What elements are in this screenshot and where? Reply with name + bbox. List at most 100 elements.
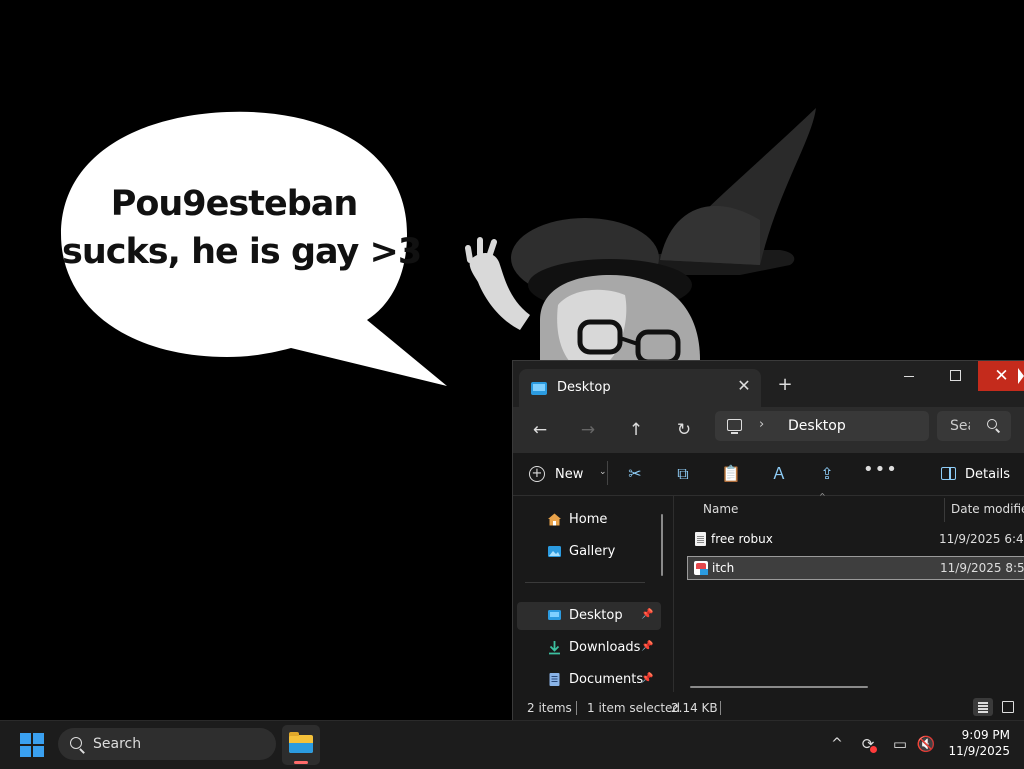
new-tab-button[interactable]: + xyxy=(773,375,797,397)
alert-dot xyxy=(870,746,877,753)
tab-desktop[interactable]: Desktop ✕ xyxy=(519,369,761,407)
search-icon xyxy=(987,419,997,429)
new-label: New xyxy=(555,467,584,482)
selection-size: 2.14 KB xyxy=(671,701,718,715)
chevron-down-icon: ⌄ xyxy=(599,467,607,477)
file-name: free robux xyxy=(711,532,773,546)
sync-icon[interactable]: ⟳ xyxy=(858,734,878,754)
command-separator xyxy=(607,461,608,485)
bubble-line-1: Pou9esteban xyxy=(110,184,359,224)
taskbar: Search ^ ⟳ ▭ 🔇 9:09 PM 11/9/2025 xyxy=(0,720,1024,769)
pin-icon[interactable]: 📌 xyxy=(641,641,653,652)
share-button[interactable]: ⇪ xyxy=(816,463,838,485)
tab-close-button[interactable]: ✕ xyxy=(733,375,755,397)
nav-pane-scrollbar[interactable] xyxy=(661,514,663,576)
taskbar-search-label: Search xyxy=(93,736,142,752)
more-options-button[interactable]: ••• xyxy=(863,461,897,485)
mouse-cursor-icon xyxy=(1018,368,1024,384)
witch-character-image xyxy=(465,108,816,370)
column-header-name[interactable]: Name xyxy=(703,502,738,516)
forward-button[interactable]: → xyxy=(573,415,603,445)
nav-item-desktop[interactable]: Desktop 📌 xyxy=(517,602,661,630)
file-date: 11/9/2025 8:50 xyxy=(940,561,1024,575)
details-label: Details xyxy=(965,467,1011,482)
minimize-button[interactable] xyxy=(889,361,929,391)
nav-item-home[interactable]: Home xyxy=(517,506,661,534)
file-row-itch[interactable]: itch 11/9/2025 8:50 xyxy=(687,556,1024,580)
network-icon[interactable]: ▭ xyxy=(890,734,910,754)
horizontal-scrollbar[interactable] xyxy=(690,686,868,688)
nav-label: Documents xyxy=(569,672,644,687)
selection-count: 1 item selected xyxy=(587,701,681,715)
text-file-icon xyxy=(695,532,706,546)
nav-label: Desktop xyxy=(569,608,623,623)
plus-circle-icon: + xyxy=(529,466,545,482)
pin-icon[interactable]: 📌 xyxy=(641,609,653,620)
status-separator xyxy=(576,701,577,715)
nav-item-gallery[interactable]: Gallery xyxy=(517,538,661,566)
desktop-icon xyxy=(531,382,547,395)
documents-icon xyxy=(549,673,560,686)
column-separator[interactable] xyxy=(944,498,945,522)
search-placeholder: Search xyxy=(950,418,970,434)
pane-splitter[interactable] xyxy=(673,496,674,692)
folder-icon xyxy=(289,732,313,753)
paste-button[interactable]: 📋 xyxy=(720,463,742,485)
windows-logo-icon xyxy=(33,746,44,757)
gallery-icon xyxy=(548,546,561,557)
windows-logo-icon xyxy=(33,733,44,744)
sort-ascending-icon: ^ xyxy=(819,492,826,501)
taskbar-file-explorer[interactable] xyxy=(282,725,320,765)
file-date: 11/9/2025 6:43 xyxy=(939,532,1024,546)
nav-divider xyxy=(525,582,645,583)
rename-button[interactable]: Ａ xyxy=(768,463,790,485)
speech-bubble-text: Pou9esteban sucks, he is gay >3 xyxy=(62,180,422,276)
pin-icon[interactable]: 📌 xyxy=(641,673,653,684)
file-name: itch xyxy=(712,561,735,575)
volume-muted-icon[interactable]: 🔇 xyxy=(916,734,936,754)
search-icon xyxy=(70,737,82,749)
active-app-indicator xyxy=(294,761,308,764)
nav-label: Downloads xyxy=(569,640,641,655)
itch-icon xyxy=(694,561,708,575)
nav-item-documents[interactable]: Documents 📌 xyxy=(517,666,661,694)
details-pane-icon xyxy=(941,467,956,480)
desktop-icon xyxy=(548,610,561,620)
copy-button[interactable]: ⧉ xyxy=(672,463,694,485)
breadcrumb-chevron-icon[interactable]: › xyxy=(759,417,764,432)
up-button[interactable]: ↑ xyxy=(621,415,651,445)
maximize-button[interactable] xyxy=(933,361,977,391)
clock-date: 11/9/2025 xyxy=(948,744,1010,758)
title-bar[interactable]: Desktop ✕ + ✕ xyxy=(513,361,1024,407)
command-bar: + New ⌄ ✂ ⧉ 📋 Ａ ⇪ ••• Details xyxy=(513,453,1024,496)
item-count: 2 items xyxy=(527,701,572,715)
file-row-free-robux[interactable]: free robux 11/9/2025 6:43 xyxy=(687,528,1024,552)
file-list: ^ Name Date modified free robux 11/9/202… xyxy=(675,492,1024,692)
tiles-view-button[interactable] xyxy=(998,698,1018,716)
search-input[interactable]: Search xyxy=(937,411,1011,441)
start-button[interactable] xyxy=(20,733,44,757)
navigation-bar: ← → ↑ ↻ › Desktop Search xyxy=(513,407,1024,453)
downloads-icon xyxy=(549,641,560,655)
back-button[interactable]: ← xyxy=(525,415,555,445)
file-explorer-window[interactable]: Desktop ✕ + ✕ ← → ↑ ↻ › Desktop Search +… xyxy=(512,360,1024,721)
status-separator xyxy=(720,701,721,715)
status-bar: 2 items 1 item selected 2.14 KB xyxy=(513,695,1024,721)
details-view-button[interactable] xyxy=(973,698,993,716)
tab-title: Desktop xyxy=(557,380,611,395)
nav-item-downloads[interactable]: Downloads 📌 xyxy=(517,634,661,662)
system-clock[interactable]: 9:09 PM 11/9/2025 xyxy=(944,727,1010,759)
column-header-date[interactable]: Date modified xyxy=(951,502,1024,516)
nav-label: Home xyxy=(569,512,608,527)
this-pc-icon xyxy=(727,419,742,434)
windows-logo-icon xyxy=(20,733,31,744)
cut-button[interactable]: ✂ xyxy=(624,463,646,485)
show-hidden-icons-button[interactable]: ^ xyxy=(828,735,846,753)
taskbar-search-box[interactable]: Search xyxy=(58,728,276,760)
clock-time: 9:09 PM xyxy=(961,728,1010,742)
address-bar[interactable]: › Desktop xyxy=(715,411,929,441)
bubble-line-2: sucks, he is gay >3 xyxy=(62,232,422,272)
refresh-button[interactable]: ↻ xyxy=(669,415,699,445)
breadcrumb-desktop[interactable]: Desktop xyxy=(788,418,846,434)
windows-logo-icon xyxy=(20,746,31,757)
